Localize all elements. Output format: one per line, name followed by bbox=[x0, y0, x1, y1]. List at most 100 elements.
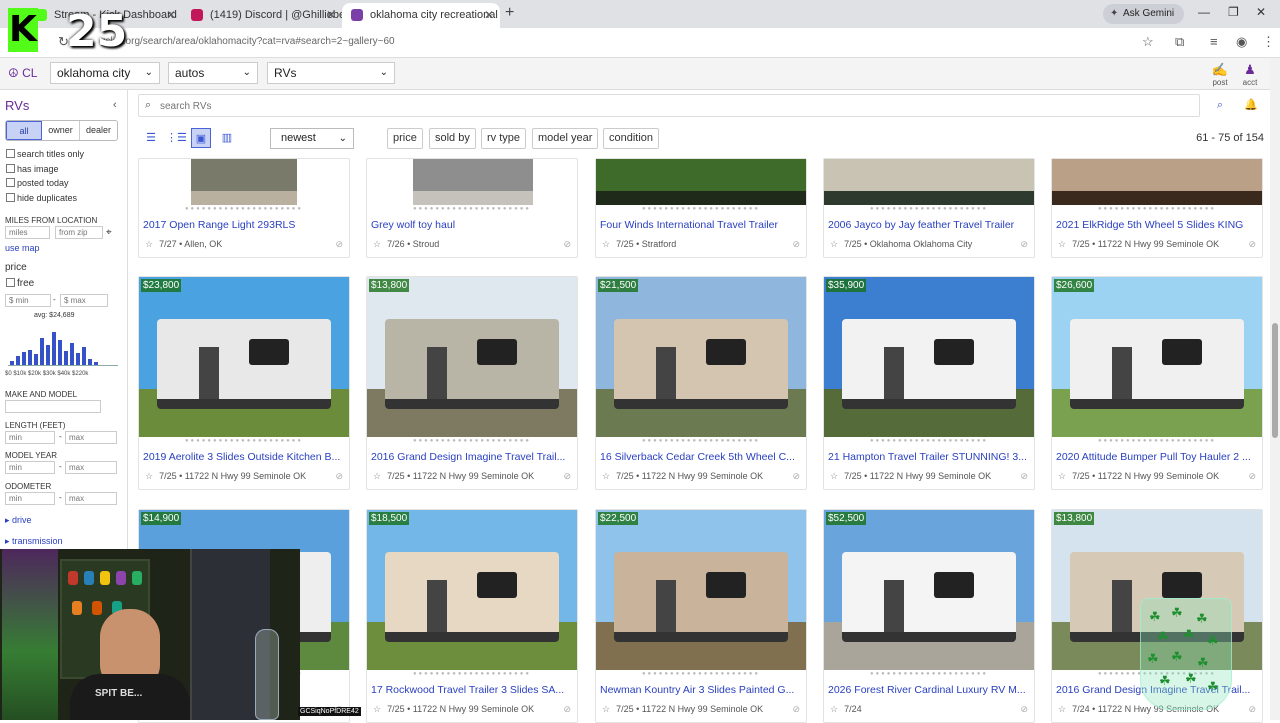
listing-photo[interactable] bbox=[1052, 159, 1262, 205]
hide-listing-icon[interactable]: ⊘ bbox=[563, 704, 571, 715]
listing-title[interactable]: Newman Kountry Air 3 Slides Painted G... bbox=[600, 684, 802, 696]
favorite-star-icon[interactable]: ☆ bbox=[602, 239, 610, 249]
thumb-view-button[interactable]: ⋮☰ bbox=[166, 128, 187, 148]
price-min-input[interactable] bbox=[5, 294, 51, 307]
minimize-icon[interactable]: — bbox=[1198, 5, 1210, 19]
listing-card[interactable]: ●●●●●●●●●●●●●●●●●●●●● Grey wolf toy haul ☆… bbox=[366, 158, 578, 258]
photo-pager-dots[interactable]: ●●●●●●●●●●●●●●●●●●●●● bbox=[596, 206, 806, 212]
favorite-star-icon[interactable]: ☆ bbox=[830, 471, 838, 481]
post-button[interactable]: ✍ post bbox=[1209, 62, 1231, 87]
hide-duplicates-checkbox[interactable]: hide duplicates bbox=[6, 193, 77, 203]
maximize-icon[interactable]: ❐ bbox=[1228, 5, 1239, 19]
menu-icon[interactable]: ⋮ bbox=[1262, 34, 1275, 50]
search-titles-only-checkbox[interactable]: search titles only bbox=[6, 149, 84, 159]
listing-photo[interactable] bbox=[1052, 277, 1262, 437]
hide-listing-icon[interactable]: ⊘ bbox=[1020, 471, 1028, 482]
favorite-star-icon[interactable]: ☆ bbox=[373, 471, 381, 481]
listing-card[interactable]: ●●●●●●●●●●●●●●●●●●●●● Four Winds Internat… bbox=[595, 158, 807, 258]
search-input[interactable] bbox=[160, 97, 1160, 115]
photo-pager-dots[interactable]: ●●●●●●●●●●●●●●●●●●●●● bbox=[596, 438, 806, 444]
listing-card[interactable]: $21,500 ●●●●●●●●●●●●●●●●●●●●● 16 Silverbac… bbox=[595, 276, 807, 490]
hide-listing-icon[interactable]: ⊘ bbox=[792, 704, 800, 715]
favorite-star-icon[interactable]: ☆ bbox=[830, 239, 838, 249]
hide-listing-icon[interactable]: ⊘ bbox=[1020, 704, 1028, 715]
close-icon[interactable]: ✕ bbox=[166, 3, 176, 27]
photo-pager-dots[interactable]: ●●●●●●●●●●●●●●●●●●●●● bbox=[824, 438, 1034, 444]
page-scrollbar[interactable] bbox=[1270, 58, 1280, 720]
photo-pager-dots[interactable]: ●●●●●●●●●●●●●●●●●●●●● bbox=[367, 438, 577, 444]
listing-card[interactable]: ●●●●●●●●●●●●●●●●●●●●● 2006 Jayco by Jay f… bbox=[823, 158, 1035, 258]
price-histogram[interactable] bbox=[8, 330, 118, 366]
listing-card[interactable]: $13,800 ●●●●●●●●●●●●●●●●●●●●● 2016 Grand D… bbox=[366, 276, 578, 490]
free-checkbox[interactable]: free bbox=[6, 278, 34, 289]
segment-owner[interactable]: owner bbox=[42, 121, 80, 140]
make-model-input[interactable] bbox=[5, 400, 101, 413]
has-image-checkbox[interactable]: has image bbox=[6, 164, 59, 174]
hide-listing-icon[interactable]: ⊘ bbox=[1248, 239, 1256, 250]
ask-gemini-button[interactable]: Ask Gemini bbox=[1103, 4, 1185, 24]
listing-title[interactable]: 17 Rockwood Travel Trailer 3 Slides SA..… bbox=[371, 684, 573, 696]
hide-listing-icon[interactable]: ⊘ bbox=[1248, 704, 1256, 715]
url-field[interactable]: gslist.org/search/area/oklahomacity?cat=… bbox=[100, 36, 395, 47]
sort-select[interactable]: newest ⌄ bbox=[270, 128, 354, 149]
extensions-icon[interactable]: ⧉ bbox=[1175, 34, 1184, 50]
photo-pager-dots[interactable]: ●●●●●●●●●●●●●●●●●●●●● bbox=[596, 671, 806, 677]
map-view-button[interactable]: ▥ bbox=[217, 128, 237, 148]
collapse-sidebar-icon[interactable]: ‹ bbox=[113, 99, 117, 111]
category-select[interactable]: autos ⌄ bbox=[168, 62, 258, 84]
photo-pager-dots[interactable]: ●●●●●●●●●●●●●●●●●●●●● bbox=[367, 671, 577, 677]
locate-icon[interactable]: ⌖ bbox=[106, 227, 112, 238]
listing-card[interactable]: $22,500 ●●●●●●●●●●●●●●●●●●●●● Newman Kount… bbox=[595, 509, 807, 723]
listing-title[interactable]: 2026 Forest River Cardinal Luxury RV M..… bbox=[828, 684, 1030, 696]
gallery-view-button[interactable]: ▣ bbox=[191, 128, 211, 148]
listing-card[interactable]: $18,500 ●●●●●●●●●●●●●●●●●●●●● 17 Rockwood … bbox=[366, 509, 578, 723]
listing-photo[interactable] bbox=[596, 510, 806, 670]
window-close-icon[interactable]: ✕ bbox=[1256, 5, 1266, 19]
photo-pager-dots[interactable]: ●●●●●●●●●●●●●●●●●●●●● bbox=[367, 206, 577, 212]
photo-pager-dots[interactable]: ●●●●●●●●●●●●●●●●●●●●● bbox=[139, 438, 349, 444]
segment-dealer[interactable]: dealer bbox=[80, 121, 117, 140]
listing-title[interactable]: 16 Silverback Cedar Creek 5th Wheel C... bbox=[600, 451, 802, 463]
listing-title[interactable]: 2020 Attitude Bumper Pull Toy Hauler 2 .… bbox=[1056, 451, 1258, 463]
photo-pager-dots[interactable]: ●●●●●●●●●●●●●●●●●●●●● bbox=[824, 206, 1034, 212]
miles-input[interactable] bbox=[5, 226, 50, 239]
favorite-star-icon[interactable]: ☆ bbox=[1058, 239, 1066, 249]
close-icon[interactable]: ✕ bbox=[484, 3, 494, 27]
favorite-star-icon[interactable]: ☆ bbox=[830, 704, 838, 714]
odometer-min-input[interactable] bbox=[5, 492, 55, 505]
listing-photo[interactable] bbox=[367, 510, 577, 670]
listing-card[interactable]: ●●●●●●●●●●●●●●●●●●●●● 2021 ElkRidge 5th W… bbox=[1051, 158, 1263, 258]
segment-all[interactable]: all bbox=[6, 121, 42, 140]
photo-pager-dots[interactable]: ●●●●●●●●●●●●●●●●●●●●● bbox=[139, 206, 349, 212]
price-max-input[interactable] bbox=[60, 294, 108, 307]
cl-logo[interactable]: ☮ CL bbox=[8, 66, 37, 80]
subcategory-select[interactable]: RVs ⌄ bbox=[267, 62, 395, 84]
listing-photo[interactable] bbox=[596, 277, 806, 437]
photo-pager-dots[interactable]: ●●●●●●●●●●●●●●●●●●●●● bbox=[1052, 206, 1262, 212]
listing-photo[interactable] bbox=[413, 159, 533, 205]
listing-title[interactable]: 2017 Open Range Light 293RLS bbox=[143, 219, 345, 231]
listing-title[interactable]: 2019 Aerolite 3 Slides Outside Kitchen B… bbox=[143, 451, 345, 463]
save-search-button[interactable]: 🔔 bbox=[1240, 95, 1262, 116]
listing-photo[interactable] bbox=[824, 159, 1034, 205]
length-max-input[interactable] bbox=[65, 431, 117, 444]
listing-photo[interactable] bbox=[824, 277, 1034, 437]
listing-title[interactable]: 2016 Grand Design Imagine Travel Trail..… bbox=[371, 451, 573, 463]
favorite-star-icon[interactable]: ☆ bbox=[373, 704, 381, 714]
drive-expander[interactable]: ▸ drive bbox=[5, 515, 32, 526]
zip-input[interactable] bbox=[55, 226, 103, 239]
hide-listing-icon[interactable]: ⊘ bbox=[335, 471, 343, 482]
listing-card[interactable]: $26,600 ●●●●●●●●●●●●●●●●●●●●● 2020 Attitud… bbox=[1051, 276, 1263, 490]
odometer-max-input[interactable] bbox=[65, 492, 117, 505]
listing-photo[interactable] bbox=[367, 277, 577, 437]
year-max-input[interactable] bbox=[65, 461, 117, 474]
hide-listing-icon[interactable]: ⊘ bbox=[792, 239, 800, 250]
listing-card[interactable]: $35,900 ●●●●●●●●●●●●●●●●●●●●● 21 Hampton T… bbox=[823, 276, 1035, 490]
favorite-star-icon[interactable]: ☆ bbox=[373, 239, 381, 249]
scrollbar-thumb[interactable] bbox=[1272, 323, 1278, 438]
favorite-star-icon[interactable]: ☆ bbox=[1058, 471, 1066, 481]
favorite-star-icon[interactable]: ☆ bbox=[145, 239, 153, 249]
listing-photo[interactable] bbox=[139, 277, 349, 437]
hide-listing-icon[interactable]: ⊘ bbox=[563, 239, 571, 250]
tab-craigslist[interactable]: oklahoma city recreational vehi ✕ bbox=[342, 3, 500, 28]
